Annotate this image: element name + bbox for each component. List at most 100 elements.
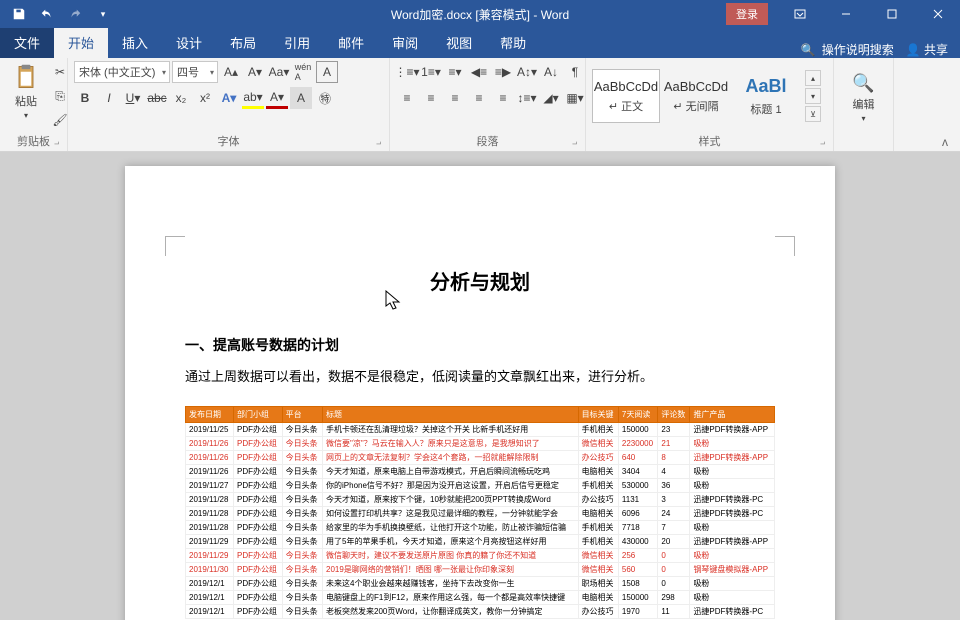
- doc-heading: 一、提高账号数据的计划: [185, 335, 775, 355]
- highlight-button[interactable]: ab▾: [242, 87, 264, 109]
- numbering-button[interactable]: 1≡▾: [420, 61, 442, 83]
- superscript-button[interactable]: x²: [194, 87, 216, 109]
- table-header: 评论数: [658, 407, 690, 423]
- tell-me-search[interactable]: 操作说明搜索: [822, 41, 894, 58]
- font-size-combo[interactable]: 四号: [172, 61, 218, 83]
- align-right-button[interactable]: ≡: [444, 87, 466, 109]
- tab-file[interactable]: 文件: [0, 27, 54, 58]
- doc-title: 分析与规划: [185, 266, 775, 295]
- strikethrough-button[interactable]: abc: [146, 87, 168, 109]
- login-button[interactable]: 登录: [726, 3, 768, 25]
- editing-button[interactable]: 🔍 编辑 ▾: [846, 71, 880, 125]
- char-shading-button[interactable]: A: [290, 87, 312, 109]
- table-header: 平台: [282, 407, 322, 423]
- style-item[interactable]: AaBbCcDd↵ 无间隔: [662, 69, 730, 123]
- maximize-button[interactable]: [870, 0, 914, 28]
- table-row: 2019/11/26PDF办公组今日头条网页上的文章无法复制？学会这4个套路，一…: [186, 451, 775, 465]
- table-row: 2019/11/29PDF办公组今日头条用了5年的苹果手机，今天才知道，原来这个…: [186, 535, 775, 549]
- underline-button[interactable]: U▾: [122, 87, 144, 109]
- tab-审阅[interactable]: 审阅: [378, 27, 432, 58]
- ribbon-group-clipboard: 粘贴 ▾ ✂ ⎘ 🖌 剪贴板: [0, 58, 68, 151]
- window-title: Word加密.docx [兼容模式] - Word: [391, 6, 569, 23]
- group-label-paragraph: 段落: [396, 131, 579, 151]
- sort-button[interactable]: A↓: [540, 61, 562, 83]
- tell-me-icon: 🔍: [801, 43, 816, 57]
- shading-button[interactable]: ◢▾: [540, 87, 562, 109]
- shrink-font-button[interactable]: A▾: [244, 61, 266, 83]
- table-header: 7天阅读: [618, 407, 657, 423]
- group-label-font: 字体: [74, 131, 383, 151]
- ribbon-collapse-area: ʌ: [894, 58, 960, 151]
- font-family-combo[interactable]: 宋体 (中文正文): [74, 61, 170, 83]
- multilevel-list-button[interactable]: ≡▾: [444, 61, 466, 83]
- style-item[interactable]: AaBl标题 1: [732, 69, 800, 123]
- collapse-ribbon-button[interactable]: ʌ: [900, 133, 954, 151]
- titlebar: ▾ Word加密.docx [兼容模式] - Word 登录: [0, 0, 960, 28]
- save-button[interactable]: [8, 3, 30, 25]
- paste-button[interactable]: 粘贴 ▾: [6, 61, 46, 122]
- tab-邮件[interactable]: 邮件: [324, 27, 378, 58]
- page: 分析与规划 一、提高账号数据的计划 通过上周数据可以看出，数据不是很稳定，低阅读…: [125, 166, 835, 620]
- table-header: 发布日期: [186, 407, 234, 423]
- line-spacing-button[interactable]: ↕≡▾: [516, 87, 538, 109]
- tab-帮助[interactable]: 帮助: [486, 27, 540, 58]
- qat-dropdown[interactable]: ▾: [92, 3, 114, 25]
- subscript-button[interactable]: x₂: [170, 87, 192, 109]
- tab-布局[interactable]: 布局: [216, 27, 270, 58]
- minimize-button[interactable]: [824, 0, 868, 28]
- ribbon-group-paragraph: ⋮≡▾ 1≡▾ ≡▾ ◀≡ ≡▶ A↕▾ A↓ ¶ ≡ ≡ ≡ ≡ ≡ ↕≡▾ …: [390, 58, 586, 151]
- table-header: 标题: [323, 407, 579, 423]
- borders-button[interactable]: ▦▾: [564, 87, 586, 109]
- text-effects-button[interactable]: A▾: [218, 87, 240, 109]
- enclose-char-button[interactable]: ㊕: [314, 87, 336, 109]
- styles-scroll-down[interactable]: ▾: [805, 88, 821, 104]
- align-center-button[interactable]: ≡: [420, 87, 442, 109]
- bold-button[interactable]: B: [74, 87, 96, 109]
- tab-视图[interactable]: 视图: [432, 27, 486, 58]
- asian-layout-button[interactable]: A↕▾: [516, 61, 538, 83]
- phonetic-guide-button[interactable]: wénA: [292, 61, 314, 83]
- table-row: 2019/11/27PDF办公组今日头条你的iPhone信号不好？那是因为没开启…: [186, 479, 775, 493]
- table-row: 2019/12/1PDF办公组今日头条老板突然发来200页Word，让你翻译成英…: [186, 605, 775, 619]
- table-row: 2019/11/29PDF办公组今日头条微信聊天时，建议不要发送原片原图 你真的…: [186, 549, 775, 563]
- tab-插入[interactable]: 插入: [108, 27, 162, 58]
- font-color-button[interactable]: A▾: [266, 87, 288, 109]
- distributed-button[interactable]: ≡: [492, 87, 514, 109]
- quick-access-toolbar: ▾: [0, 3, 114, 25]
- table-row: 2019/12/1PDF办公组今日头条电脑键盘上的F1到F12，原来作用这么强，…: [186, 591, 775, 605]
- increase-indent-button[interactable]: ≡▶: [492, 61, 514, 83]
- italic-button[interactable]: I: [98, 87, 120, 109]
- ribbon-options-button[interactable]: [778, 0, 822, 28]
- clear-formatting-button[interactable]: A: [316, 61, 338, 83]
- ribbon-group-font: 宋体 (中文正文) 四号 A▴ A▾ Aa▾ wénA A B I U▾ abc…: [68, 58, 390, 151]
- data-table: 发布日期部门小组平台标题目标关键7天阅读评论数推广产品 2019/11/25PD…: [185, 406, 775, 619]
- undo-button[interactable]: [36, 3, 58, 25]
- group-label-clipboard: 剪贴板: [6, 131, 61, 151]
- table-header: 部门小组: [234, 407, 283, 423]
- tab-开始[interactable]: 开始: [54, 27, 108, 58]
- show-marks-button[interactable]: ¶: [564, 61, 586, 83]
- table-row: 2019/11/26PDF办公组今日头条今天才知道，原来电脑上自带游戏模式，开启…: [186, 465, 775, 479]
- document-area[interactable]: 分析与规划 一、提高账号数据的计划 通过上周数据可以看出，数据不是很稳定，低阅读…: [0, 152, 960, 620]
- table-header: 推广产品: [690, 407, 775, 423]
- redo-button[interactable]: [64, 3, 86, 25]
- align-left-button[interactable]: ≡: [396, 87, 418, 109]
- change-case-button[interactable]: Aa▾: [268, 61, 290, 83]
- table-row: 2019/12/1PDF办公组今日头条未来这4个职业会越来越赚钱客，坐持下去改变…: [186, 577, 775, 591]
- ribbon-group-editing: 🔍 编辑 ▾ x: [834, 58, 894, 151]
- styles-expand[interactable]: ⊻: [805, 106, 821, 122]
- ribbon-group-styles: AaBbCcDd↵ 正文AaBbCcDd↵ 无间隔AaBl标题 1 ▴ ▾ ⊻ …: [586, 58, 834, 151]
- close-button[interactable]: [916, 0, 960, 28]
- table-row: 2019/11/28PDF办公组今日头条如何设置打印机共享？这是我见过最详细的教…: [186, 507, 775, 521]
- crop-mark: [165, 236, 185, 256]
- tab-引用[interactable]: 引用: [270, 27, 324, 58]
- share-button[interactable]: 👤 共享: [906, 41, 948, 58]
- decrease-indent-button[interactable]: ◀≡: [468, 61, 490, 83]
- styles-scroll-up[interactable]: ▴: [805, 70, 821, 86]
- tab-设计[interactable]: 设计: [162, 27, 216, 58]
- justify-button[interactable]: ≡: [468, 87, 490, 109]
- bullets-button[interactable]: ⋮≡▾: [396, 61, 418, 83]
- style-item[interactable]: AaBbCcDd↵ 正文: [592, 69, 660, 123]
- grow-font-button[interactable]: A▴: [220, 61, 242, 83]
- doc-paragraph: 通过上周数据可以看出，数据不是很稳定，低阅读量的文章飘红出来，进行分析。: [185, 365, 775, 388]
